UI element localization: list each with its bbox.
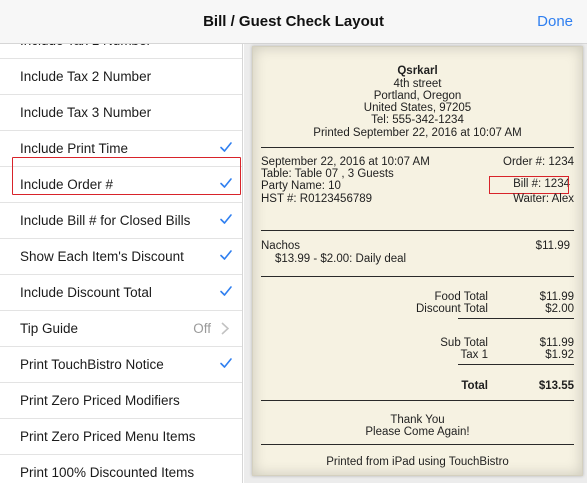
divider [458,318,574,319]
total-value: $13.55 [538,380,574,392]
tax-label: Tax 1 [460,349,489,361]
checkmark-icon [219,356,233,370]
receipt-preview: Qsrkarl 4th street Portland, Oregon Unit… [252,46,583,476]
hst-number: HST #: R0123456789 [261,193,373,205]
food-total-label: Food Total [434,291,489,303]
checkmark-icon [219,284,233,298]
checkmark-icon [219,44,233,46]
sub-total-label: Sub Total [440,337,488,349]
setting-label: Include Tax 3 Number [20,105,152,120]
settings-list[interactable]: Include Tax 1 Number Include Tax 2 Number… [0,44,243,483]
setting-label: Print 100% Discounted Items [20,465,195,480]
item-price: $11.99 [535,240,570,252]
setting-label: Tip Guide [20,321,79,336]
setting-label: Include Order # [20,177,114,192]
total-label: Total [461,380,488,392]
party-name: Party Name: 10 [261,180,341,192]
chevron-right-icon [221,322,231,336]
setting-label: Include Print Time [20,141,129,156]
setting-label: Include Discount Total [20,285,152,300]
setting-label: Print Zero Priced Menu Items [20,429,196,444]
setting-row-include-bill-for-closed-bills[interactable]: Include Bill # for Closed Bills [0,203,242,239]
setting-row-include-discount-total[interactable]: Include Discount Total [0,275,242,311]
setting-row-include-order[interactable]: Include Order # [0,167,242,203]
thank-you-text: Thank You [390,414,445,426]
setting-row-include-print-time[interactable]: Include Print Time [0,131,242,167]
sub-total-value: $11.99 [539,337,574,349]
setting-row-print-zero-priced-modifiers[interactable]: Print Zero Priced Modifiers [0,383,242,419]
divider [261,444,574,445]
navigation-bar: Bill / Guest Check Layout Done [0,0,587,44]
address-line-1: 4th street [393,78,442,90]
address-line-3: United States, 97205 [363,102,472,114]
setting-label: Show Each Item's Discount [20,249,184,264]
checkmark-icon [219,176,233,190]
setting-row-print-zero-priced-menu-items[interactable]: Print Zero Priced Menu Items [0,419,242,455]
discount-total-value: $2.00 [545,303,574,315]
item-discount: $13.99 - $2.00: Daily deal [275,253,407,265]
setting-label: Include Tax 1 Number [20,44,151,48]
setting-row-include-tax-2-number[interactable]: Include Tax 2 Number [0,59,242,95]
receipt-footer: Printed from iPad using TouchBistro [326,456,509,468]
divider [458,364,574,365]
done-button[interactable]: Done [537,13,573,30]
divider [261,276,574,277]
divider [261,400,574,401]
table-info: Table: Table 07 , 3 Guests [261,168,394,180]
tax-value: $1.92 [545,349,574,361]
divider [261,147,574,148]
checkmark-icon [219,248,233,262]
setting-row-include-tax-3-number[interactable]: Include Tax 3 Number [0,95,242,131]
setting-label: Include Bill # for Closed Bills [20,213,191,228]
phone-number: Tel: 555-342-1234 [371,114,464,126]
food-total-value: $11.99 [539,291,574,303]
come-again-text: Please Come Again! [365,426,470,438]
setting-row-print-touchbistro-notice[interactable]: Print TouchBistro Notice [0,347,242,383]
setting-label: Print Zero Priced Modifiers [20,393,180,408]
setting-row-include-tax-1-number[interactable]: Include Tax 1 Number [0,44,242,59]
checkmark-icon [219,140,233,154]
business-name: Qsrkarl [397,65,438,77]
waiter-name: Waiter: Alex [513,193,574,205]
checkmark-icon [219,212,233,226]
setting-label: Include Tax 2 Number [20,69,152,84]
divider [261,230,574,231]
bill-number-highlight [489,176,569,194]
discount-total-label: Discount Total [415,303,488,315]
item-name: Nachos [261,240,300,252]
printed-time: Printed September 22, 2016 at 10:07 AM [313,127,522,139]
setting-value: Off [193,321,211,336]
setting-row-show-each-item-s-discount[interactable]: Show Each Item's Discount [0,239,242,275]
setting-row-tip-guide[interactable]: Tip Guide Off [0,311,242,347]
setting-row-print-100-discounted-items[interactable]: Print 100% Discounted Items [0,455,242,483]
order-datetime: September 22, 2016 at 10:07 AM [261,156,430,168]
page-title: Bill / Guest Check Layout [203,13,384,30]
order-number: Order #: 1234 [503,156,574,168]
setting-label: Print TouchBistro Notice [20,357,164,372]
address-line-2: Portland, Oregon [373,90,462,102]
